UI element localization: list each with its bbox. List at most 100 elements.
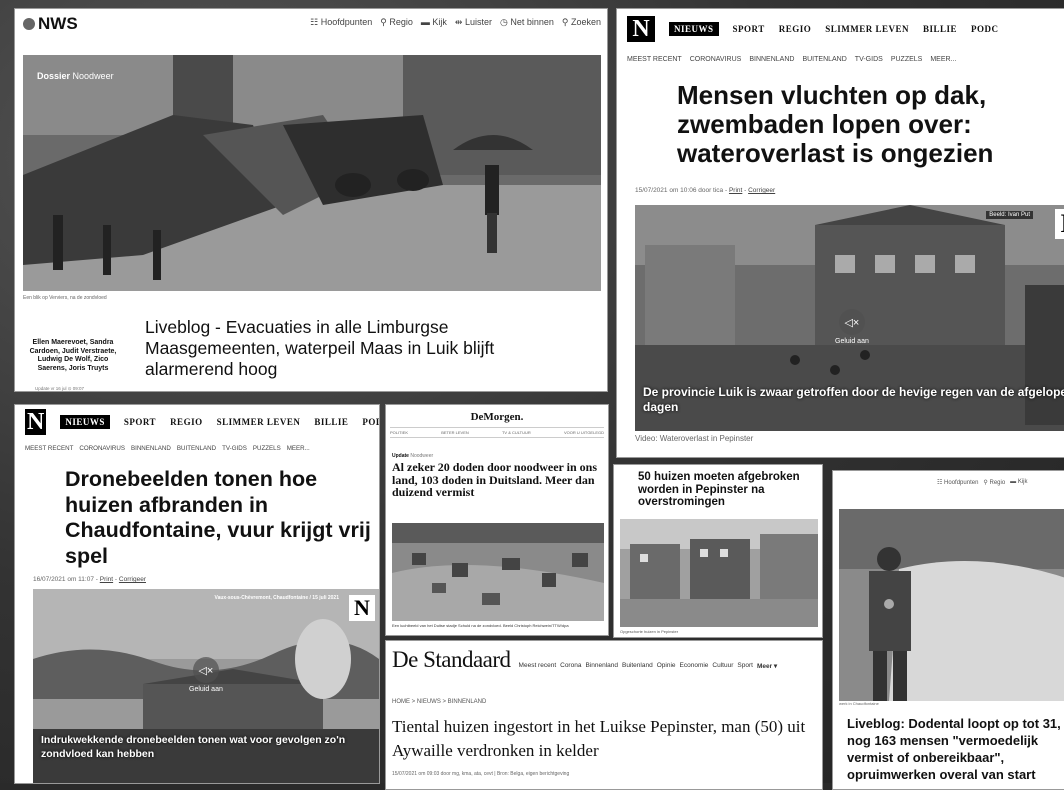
nav-tv-cultuur[interactable]: TV & CULTUUR bbox=[502, 430, 531, 435]
nav-net-binnen[interactable]: ◷ Net binnen bbox=[500, 17, 554, 28]
tab-billie[interactable]: BILLIE bbox=[923, 24, 957, 34]
pepinster-article-panel: 50 huizen moeten afgebroken worden in Pe… bbox=[613, 464, 823, 638]
photo-caption: Opgeschorte huizen in Pepinster bbox=[620, 629, 679, 634]
nav-kijk[interactable]: ▬ Kijk bbox=[421, 17, 447, 28]
nieuwsblad-header: N NIEUWS SPORT REGIO SLIMMER LEVEN BILLI… bbox=[15, 405, 379, 439]
nws-logo[interactable]: NWS bbox=[23, 14, 78, 34]
tab-slimmer-leven[interactable]: SLIMMER LEVEN bbox=[825, 24, 909, 34]
nav-kijk[interactable]: ▬ Kijk bbox=[1010, 479, 1027, 486]
tab-billie[interactable]: BILLIE bbox=[314, 417, 348, 427]
nav-opinie[interactable]: Opinie bbox=[657, 662, 676, 670]
subnav-puzzels[interactable]: PUZZELS bbox=[253, 445, 281, 452]
tab-slimmer-leven[interactable]: SLIMMER LEVEN bbox=[217, 417, 301, 427]
nav-voor-u-uitgelegd[interactable]: VOOR U UITGELEGD bbox=[564, 430, 604, 435]
subnav-binnenland[interactable]: BINNENLAND bbox=[131, 445, 171, 452]
nieuwsblad-article-panel: N NIEUWS SPORT REGIO SLIMMER LEVEN BILLI… bbox=[616, 8, 1064, 458]
correction-link[interactable]: Corrigeer bbox=[748, 187, 775, 194]
nws-logo-text: NWS bbox=[38, 14, 78, 33]
article-meta: 15/07/2021 om 10:06 door tica - Print - … bbox=[635, 187, 776, 194]
subnav-coronavirus[interactable]: CORONAVIRUS bbox=[690, 56, 742, 63]
correction-link[interactable]: Corrigeer bbox=[119, 576, 146, 583]
tab-regio[interactable]: REGIO bbox=[170, 417, 203, 427]
vrt-logo-icon bbox=[23, 18, 35, 30]
nav-regio[interactable]: ⚲ Regio bbox=[380, 17, 413, 28]
mute-icon: ◁× bbox=[192, 657, 219, 683]
nav-binnenland[interactable]: Binnenland bbox=[585, 662, 618, 670]
subnav-coronavirus[interactable]: CORONAVIRUS bbox=[79, 445, 125, 452]
tab-nieuws[interactable]: NIEUWS bbox=[669, 22, 719, 36]
tab-sport[interactable]: SPORT bbox=[124, 417, 156, 427]
nav-regio[interactable]: ⚲ Regio bbox=[983, 479, 1005, 486]
nav-cultuur[interactable]: Cultuur bbox=[712, 662, 733, 670]
subnav-puzzels[interactable]: PUZZELS bbox=[891, 56, 923, 63]
nav-politiek[interactable]: POLITIEK bbox=[390, 430, 408, 435]
article-title[interactable]: Liveblog: Dodental loopt op tot 31, nog … bbox=[847, 715, 1064, 783]
video-caption: Indrukwekkende dronebeelden tonen wat vo… bbox=[41, 734, 346, 760]
subnav-meer[interactable]: MEER... bbox=[287, 445, 310, 452]
image-credit: Beeld: Ivan Put bbox=[986, 211, 1033, 219]
nws-nav: ☷ Hoofdpunten ⚲ Regio ▬ Kijk ⇹ Luister ◷… bbox=[310, 17, 601, 28]
sound-toggle[interactable]: ◁× Geluid aan bbox=[835, 309, 869, 345]
destandaard-header: De Standaard Meest recent Corona Binnenl… bbox=[392, 647, 777, 673]
demorgen-article-panel: DeMorgen. POLITIEK BETER LEVEN TV & CULT… bbox=[385, 404, 609, 636]
nieuwsblad-logo[interactable]: N bbox=[25, 409, 47, 435]
nav-economie[interactable]: Economie bbox=[680, 662, 709, 670]
article-meta: 16/07/2021 om 11:07 - Print - Corrigeer bbox=[33, 576, 146, 583]
demorgen-logo[interactable]: DeMorgen. bbox=[386, 411, 608, 423]
tab-sport[interactable]: SPORT bbox=[733, 24, 765, 34]
nav-hoofdpunten[interactable]: ☷ Hoofdpunten bbox=[310, 17, 372, 28]
subnav-tv-gids[interactable]: TV-GIDS bbox=[855, 56, 883, 63]
update-label: Update Noodweer bbox=[392, 453, 434, 459]
print-link[interactable]: Print bbox=[729, 187, 742, 194]
nieuwsblad-logo[interactable]: N bbox=[627, 16, 655, 42]
tab-podcast[interactable]: PODCA bbox=[362, 417, 379, 427]
nav-beter-leven[interactable]: BETER LEVEN bbox=[441, 430, 469, 435]
dossier-label[interactable]: Dossier Noodweer bbox=[37, 71, 114, 81]
video-player[interactable]: Beeld: Ivan Put N ◁×Geluid aan De provin… bbox=[635, 205, 1064, 431]
nav-meest-recent[interactable]: Meest recent bbox=[519, 662, 557, 670]
subnav-buitenland[interactable]: BUITENLAND bbox=[177, 445, 216, 452]
drone-video-player[interactable]: Vaux-sous-Chèvremont, Chaudfontaine / 15… bbox=[33, 589, 379, 783]
cleanup-workers-photo bbox=[839, 509, 1064, 701]
nav-sport[interactable]: Sport bbox=[737, 662, 753, 670]
tab-nieuws[interactable]: NIEUWS bbox=[60, 415, 110, 429]
article-title: Dronebeelden tonen hoe huizen afbranden … bbox=[65, 467, 371, 568]
breadcrumb[interactable]: HOME > NIEUWS > BINNENLAND bbox=[392, 699, 486, 705]
article-title[interactable]: Liveblog - Evacuaties in alle Limburgse … bbox=[145, 317, 505, 380]
nav-hoofdpunten[interactable]: ☷ Hoofdpunten bbox=[937, 479, 978, 486]
article-title[interactable]: 50 huizen moeten afgebroken worden in Pe… bbox=[638, 471, 822, 509]
flood-street-photo: Dossier Noodweer bbox=[23, 55, 601, 291]
subnav-meer[interactable]: MEER... bbox=[930, 56, 956, 63]
tab-regio[interactable]: REGIO bbox=[779, 24, 812, 34]
article-title: Mensen vluchten op dak, zwembaden lopen … bbox=[677, 80, 994, 168]
update-time: Update vr 16 jul ⊙ 09:07 bbox=[35, 386, 85, 391]
tab-podcast[interactable]: PODC bbox=[971, 24, 999, 34]
print-link[interactable]: Print bbox=[100, 576, 113, 583]
destandaard-article-panel: De Standaard Meest recent Corona Binnenl… bbox=[385, 640, 823, 790]
destandaard-logo[interactable]: De Standaard bbox=[392, 647, 511, 673]
destandaard-nav: Meest recent Corona Binnenland Buitenlan… bbox=[519, 662, 778, 670]
subnav-tv-gids[interactable]: TV-GIDS bbox=[222, 445, 247, 452]
sound-toggle[interactable]: ◁× Geluid aan bbox=[189, 657, 223, 693]
nws-nav: ☷ Hoofdpunten ⚲ Regio ▬ Kijk bbox=[937, 479, 1028, 486]
video-caption: De provincie Luik is zwaar getroffen doo… bbox=[643, 385, 1064, 414]
video-label: Video: Wateroverlast in Pepinster bbox=[635, 434, 754, 443]
aerial-flood-photo bbox=[392, 523, 604, 621]
nav-meer[interactable]: Meer ▾ bbox=[757, 662, 777, 670]
photo-caption: Een luchtbeeld van het Duitse stadje Sch… bbox=[392, 623, 569, 628]
nav-buitenland[interactable]: Buitenland bbox=[622, 662, 653, 670]
nieuwsblad-drone-panel: N NIEUWS SPORT REGIO SLIMMER LEVEN BILLI… bbox=[14, 404, 380, 784]
nieuwsblad-badge-icon: N bbox=[349, 595, 375, 621]
subnav-binnenland[interactable]: BINNENLAND bbox=[749, 56, 794, 63]
nav-corona[interactable]: Corona bbox=[560, 662, 581, 670]
nav-zoeken[interactable]: ⚲ Zoeken bbox=[562, 17, 601, 28]
subnav-meest-recent[interactable]: MEEST RECENT bbox=[627, 56, 682, 63]
video-location: Vaux-sous-Chèvremont, Chaudfontaine / 15… bbox=[214, 595, 339, 601]
subnav-buitenland[interactable]: BUITENLAND bbox=[802, 56, 846, 63]
authors: Ellen Maerevoet, Sandra Cardoen, Judit V… bbox=[29, 339, 117, 372]
nav-luister[interactable]: ⇹ Luister bbox=[455, 17, 492, 28]
nieuwsblad-badge-icon: N bbox=[1055, 209, 1064, 239]
pepinster-houses-photo bbox=[620, 519, 818, 627]
article-title: Tiental huizen ingestort in het Luikse P… bbox=[392, 717, 806, 760]
subnav-meest-recent[interactable]: MEEST RECENT bbox=[25, 445, 73, 452]
